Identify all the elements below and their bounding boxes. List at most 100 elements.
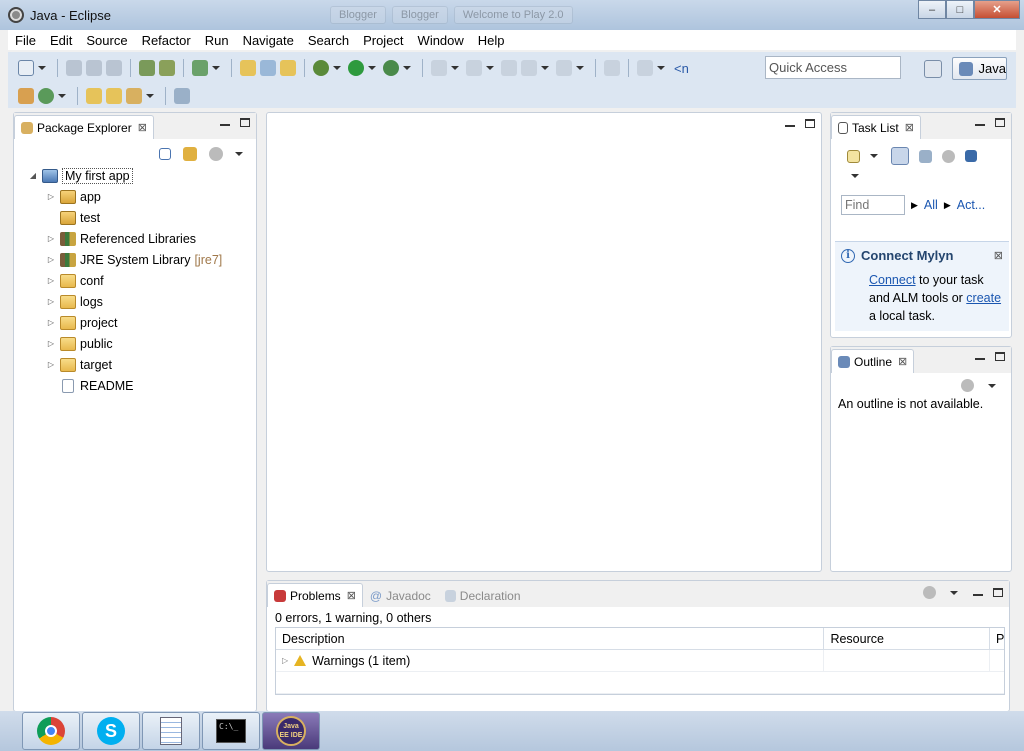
tab-declaration[interactable]: Declaration [438, 583, 528, 607]
focus-icon[interactable] [961, 379, 974, 392]
last-edit-icon[interactable] [501, 60, 517, 76]
table-row[interactable]: ▷ Warnings (1 item) [276, 650, 1004, 672]
next-annotation-icon[interactable] [431, 60, 447, 76]
nav-history-text[interactable]: <n [674, 61, 689, 76]
focus-icon[interactable] [923, 586, 936, 599]
print-icon[interactable] [106, 60, 122, 76]
maximize-button[interactable]: □ [946, 0, 974, 19]
close-tab-icon[interactable]: ⊠ [138, 121, 147, 134]
debug-icon[interactable] [313, 60, 329, 76]
categorized-icon[interactable] [891, 147, 909, 165]
new-dropdown-icon[interactable] [38, 66, 46, 70]
collapsed-twisty-icon[interactable]: ▷ [46, 276, 56, 285]
maximize-view-icon[interactable] [240, 118, 250, 127]
collapsed-twisty-icon[interactable]: ▷ [46, 318, 56, 327]
save-icon[interactable] [66, 60, 82, 76]
close-mylyn-icon[interactable]: ⊠ [994, 249, 1003, 262]
tree-row[interactable]: README [28, 375, 256, 396]
run-icon[interactable] [348, 60, 364, 76]
maximize-view-icon[interactable] [995, 352, 1005, 361]
prev-annotation-icon[interactable] [466, 60, 482, 76]
dropdown-icon[interactable] [146, 94, 154, 98]
filter-activate-link[interactable]: Act... [957, 198, 985, 212]
minimize-editor-icon[interactable] [785, 124, 795, 127]
task-find-input[interactable] [841, 195, 905, 215]
close-button[interactable]: ✕ [974, 0, 1020, 19]
expanded-twisty-icon[interactable]: ◢ [28, 171, 38, 180]
server-icon[interactable] [159, 60, 175, 76]
tab-package-explorer[interactable]: Package Explorer ⊠ [14, 115, 154, 139]
tree-row[interactable]: ▷ project [28, 312, 256, 333]
tree-row[interactable]: ▷ logs [28, 291, 256, 312]
search-tool-icon[interactable] [126, 88, 142, 104]
minimize-view-icon[interactable] [975, 123, 985, 126]
maximize-view-icon[interactable] [995, 118, 1005, 127]
open-project-icon[interactable] [240, 60, 256, 76]
new-task-icon[interactable] [847, 149, 860, 163]
focus-icon[interactable] [942, 149, 955, 163]
create-link[interactable]: create [966, 291, 1001, 305]
tree-row[interactable]: ▷ JRE System Library [jre7] [28, 249, 256, 270]
tree-row[interactable]: ▷ public [28, 333, 256, 354]
minimize-view-icon[interactable] [973, 593, 983, 596]
view-menu-icon[interactable] [851, 174, 859, 178]
menu-navigate[interactable]: Navigate [236, 33, 301, 48]
link-with-editor-icon[interactable] [183, 147, 197, 161]
collapsed-twisty-icon[interactable]: ▷ [46, 192, 56, 201]
column-path[interactable]: Pa [990, 628, 1004, 649]
forward-dropdown-icon[interactable] [576, 66, 584, 70]
tree-row[interactable]: test [28, 207, 256, 228]
dropdown-icon[interactable] [58, 94, 66, 98]
tab-problems[interactable]: Problems ⊠ [267, 583, 363, 607]
column-resource[interactable]: Resource [824, 628, 991, 649]
new-task-dropdown-icon[interactable] [870, 154, 878, 158]
open-type-icon[interactable] [86, 88, 102, 104]
play-framework-icon[interactable] [18, 88, 34, 104]
collapsed-twisty-icon[interactable]: ▷ [282, 656, 288, 665]
command-prompt-button[interactable]: C:\_ [202, 712, 260, 750]
minimize-button[interactable]: – [918, 0, 946, 19]
tab-task-list[interactable]: Task List ⊠ [831, 115, 921, 139]
filter-all-link[interactable]: All [924, 198, 938, 212]
minimize-view-icon[interactable] [975, 357, 985, 360]
dropdown-icon[interactable] [212, 66, 220, 70]
new-class-icon[interactable] [280, 60, 296, 76]
refresh-icon[interactable] [38, 88, 54, 104]
external-tools-dropdown-icon[interactable] [403, 66, 411, 70]
back-icon[interactable] [521, 60, 537, 76]
scheduled-icon[interactable] [919, 149, 932, 163]
tab-outline[interactable]: Outline ⊠ [831, 349, 915, 373]
java-perspective-button[interactable]: Java [952, 57, 1007, 80]
back-dropdown-icon[interactable] [541, 66, 549, 70]
view-menu-icon[interactable] [235, 152, 243, 156]
menu-source[interactable]: Source [79, 33, 134, 48]
maximize-editor-icon[interactable] [805, 119, 815, 128]
close-tab-icon[interactable]: ⊠ [905, 121, 914, 134]
tree-row[interactable]: ▷ target [28, 354, 256, 375]
dropdown-icon[interactable] [486, 66, 494, 70]
column-description[interactable]: Description [276, 628, 825, 649]
maximize-view-icon[interactable] [993, 588, 1003, 597]
menu-search[interactable]: Search [301, 33, 356, 48]
open-resource-icon[interactable] [106, 88, 122, 104]
toggle-mark-icon[interactable] [174, 88, 190, 104]
menu-project[interactable]: Project [356, 33, 410, 48]
tree-row-project[interactable]: ◢ My first app [28, 165, 256, 186]
notepad-button[interactable] [142, 712, 200, 750]
menu-run[interactable]: Run [198, 33, 236, 48]
dropdown-icon[interactable] [657, 66, 665, 70]
deploy-icon[interactable] [139, 60, 155, 76]
collapsed-twisty-icon[interactable]: ▷ [46, 297, 56, 306]
save-all-icon[interactable] [86, 60, 102, 76]
java-ee-ide-button[interactable]: Java EE IDE [262, 712, 320, 750]
new-icon[interactable] [18, 60, 34, 76]
close-tab-icon[interactable]: ⊠ [347, 589, 356, 602]
tree-row[interactable]: ▷ Referenced Libraries [28, 228, 256, 249]
menu-help[interactable]: Help [471, 33, 512, 48]
junit-icon[interactable] [260, 60, 276, 76]
collapse-icon[interactable] [965, 150, 977, 162]
menu-edit[interactable]: Edit [43, 33, 79, 48]
collapsed-twisty-icon[interactable]: ▷ [46, 339, 56, 348]
collapsed-twisty-icon[interactable]: ▷ [46, 234, 56, 243]
open-perspective-icon[interactable] [924, 60, 942, 78]
